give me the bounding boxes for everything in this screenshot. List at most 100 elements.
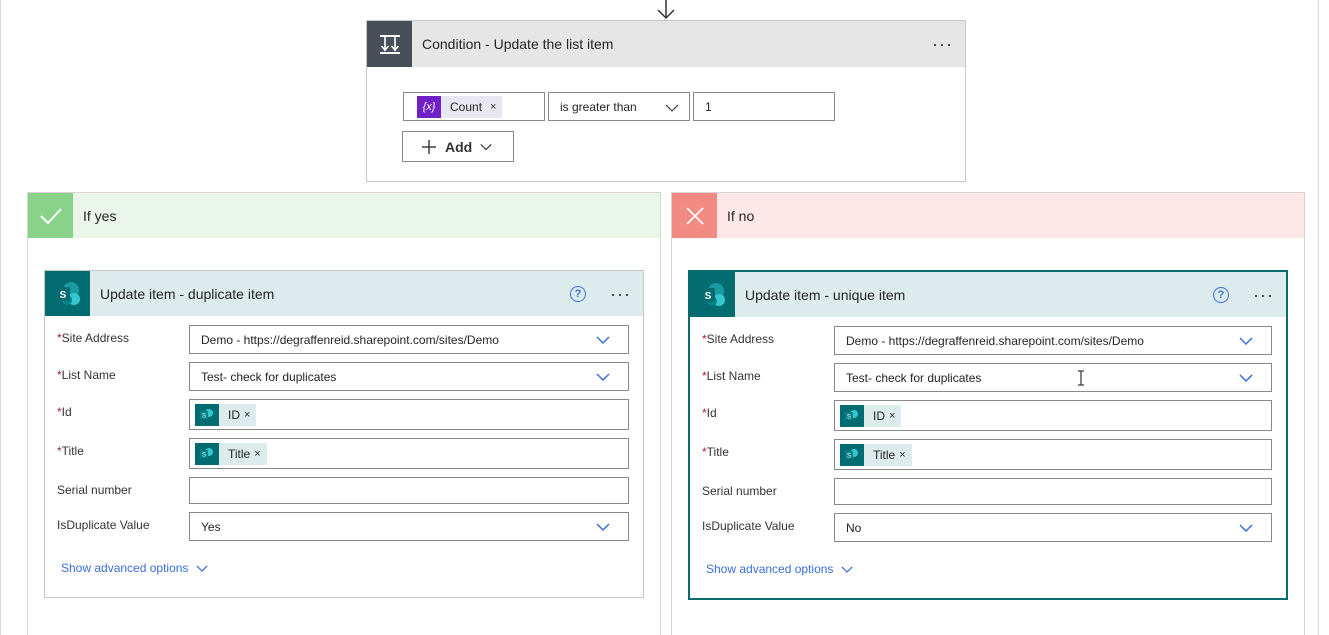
dynamic-token: S Title ×	[195, 442, 267, 465]
token-remove-icon[interactable]: ×	[490, 101, 496, 113]
site-address-value: Demo - https://degraffenreid.sharepoint.…	[846, 333, 1144, 348]
action-card-unique[interactable]: S Update item - unique item ? ··· *Site …	[688, 270, 1288, 600]
chevron-down-icon	[841, 566, 854, 573]
variable-icon: {x}	[417, 95, 441, 118]
svg-text:S: S	[847, 453, 851, 459]
action-header[interactable]: S Update item - duplicate item ? ···	[45, 271, 643, 316]
id-label: *Id	[57, 405, 72, 419]
id-input[interactable]: S ID ×	[189, 399, 629, 430]
list-name-value: Test- check for duplicates	[846, 370, 982, 385]
more-options-icon[interactable]: ···	[1253, 286, 1274, 304]
help-icon[interactable]: ?	[570, 285, 587, 302]
list-name-value: Test- check for duplicates	[201, 369, 337, 384]
condition-icon	[367, 21, 412, 67]
serial-number-input[interactable]	[189, 477, 629, 504]
action-title: Update item - unique item	[745, 286, 906, 303]
site-address-field: *Site Address Demo - https://degraffenre…	[57, 325, 629, 355]
isduplicate-value: Yes	[201, 519, 221, 534]
title-field: *Title S Title ×	[57, 438, 629, 469]
serial-number-label: Serial number	[702, 484, 777, 498]
condition-row: {x} Count × is greater than 1	[403, 92, 835, 121]
condition-header[interactable]: Condition - Update the list item ···	[367, 21, 965, 67]
isduplicate-label: IsDuplicate Value	[702, 519, 795, 533]
condition-value: 1	[705, 99, 712, 114]
chevron-down-icon	[1239, 374, 1253, 382]
serial-number-label: Serial number	[57, 483, 132, 497]
more-options-icon[interactable]: ···	[932, 35, 953, 53]
token-remove-icon[interactable]: ×	[244, 409, 256, 421]
show-advanced-options-link[interactable]: Show advanced options	[706, 562, 854, 576]
advanced-label: Show advanced options	[706, 562, 834, 576]
help-icon[interactable]: ?	[1213, 286, 1230, 303]
action-header[interactable]: S Update item - unique item ? ···	[690, 272, 1286, 317]
chevron-down-icon	[596, 373, 610, 381]
isduplicate-field: IsDuplicate Value No	[702, 513, 1272, 543]
close-x-icon	[672, 193, 717, 238]
list-name-field: *List Name Test- check for duplicates	[702, 363, 1272, 393]
site-address-select[interactable]: Demo - https://degraffenreid.sharepoint.…	[189, 325, 629, 354]
list-name-select[interactable]: Test- check for duplicates	[834, 363, 1272, 392]
advanced-label: Show advanced options	[61, 561, 189, 575]
branch-header[interactable]: If yes	[28, 193, 660, 238]
svg-text:S: S	[202, 413, 206, 419]
sharepoint-icon: S	[45, 271, 90, 316]
sharepoint-icon: S	[840, 443, 864, 466]
dynamic-token: S ID ×	[840, 404, 902, 427]
sharepoint-icon: S	[195, 442, 219, 465]
site-address-field: *Site Address Demo - https://degraffenre…	[702, 326, 1272, 356]
site-address-label: *Site Address	[702, 332, 775, 346]
action-card-duplicate[interactable]: S Update item - duplicate item ? ··· *Si…	[44, 270, 644, 598]
site-address-label: *Site Address	[57, 331, 130, 345]
id-input[interactable]: S ID ×	[834, 400, 1272, 431]
operator-select[interactable]: is greater than	[548, 92, 690, 121]
show-advanced-options-link[interactable]: Show advanced options	[61, 561, 209, 575]
id-label: *Id	[702, 406, 717, 420]
title-label: *Title	[702, 445, 729, 459]
chevron-down-icon	[596, 336, 610, 344]
condition-title: Condition - Update the list item	[422, 36, 614, 52]
chevron-down-icon	[1239, 524, 1253, 532]
down-arrow-icon	[657, 0, 675, 20]
canvas-left-edge	[0, 0, 1, 635]
add-button[interactable]: Add	[402, 131, 514, 162]
title-label: *Title	[57, 444, 84, 458]
site-address-select[interactable]: Demo - https://degraffenreid.sharepoint.…	[834, 326, 1272, 355]
svg-text:S: S	[59, 290, 66, 301]
list-name-label: *List Name	[702, 369, 761, 383]
condition-right-operand[interactable]: 1	[693, 92, 835, 121]
isduplicate-label: IsDuplicate Value	[57, 518, 150, 532]
dynamic-token: S ID ×	[195, 403, 257, 426]
branch-title: If yes	[83, 207, 117, 224]
chevron-down-icon	[596, 523, 610, 531]
sharepoint-icon: S	[690, 272, 735, 317]
list-name-select[interactable]: Test- check for duplicates	[189, 362, 629, 391]
branch-header[interactable]: If no	[672, 193, 1304, 238]
token-remove-icon[interactable]: ×	[899, 449, 911, 461]
token-remove-icon[interactable]: ×	[889, 410, 901, 422]
condition-left-operand[interactable]: {x} Count ×	[403, 92, 545, 121]
serial-number-field: Serial number	[57, 477, 629, 507]
serial-number-input[interactable]	[834, 478, 1272, 505]
token-remove-icon[interactable]: ×	[254, 448, 266, 460]
sharepoint-icon: S	[840, 404, 864, 427]
isduplicate-field: IsDuplicate Value Yes	[57, 512, 629, 542]
token-label: Title	[873, 447, 896, 462]
more-options-icon[interactable]: ···	[610, 285, 631, 303]
id-field: *Id S ID ×	[702, 400, 1272, 431]
title-field: *Title S Title ×	[702, 439, 1272, 470]
token-label: Count	[450, 99, 483, 114]
condition-card[interactable]: Condition - Update the list item ··· {x}…	[366, 20, 966, 182]
sharepoint-icon: S	[195, 403, 219, 426]
isduplicate-select[interactable]: No	[834, 513, 1272, 542]
svg-text:S: S	[202, 452, 206, 458]
title-input[interactable]: S Title ×	[834, 439, 1272, 470]
svg-text:S: S	[847, 414, 851, 420]
list-name-label: *List Name	[57, 368, 116, 382]
chevron-down-icon	[1239, 337, 1253, 345]
branch-title: If no	[727, 207, 755, 224]
add-label: Add	[445, 138, 473, 155]
token-label: Title	[228, 446, 251, 461]
chevron-down-icon	[665, 104, 679, 112]
isduplicate-select[interactable]: Yes	[189, 512, 629, 541]
title-input[interactable]: S Title ×	[189, 438, 629, 469]
